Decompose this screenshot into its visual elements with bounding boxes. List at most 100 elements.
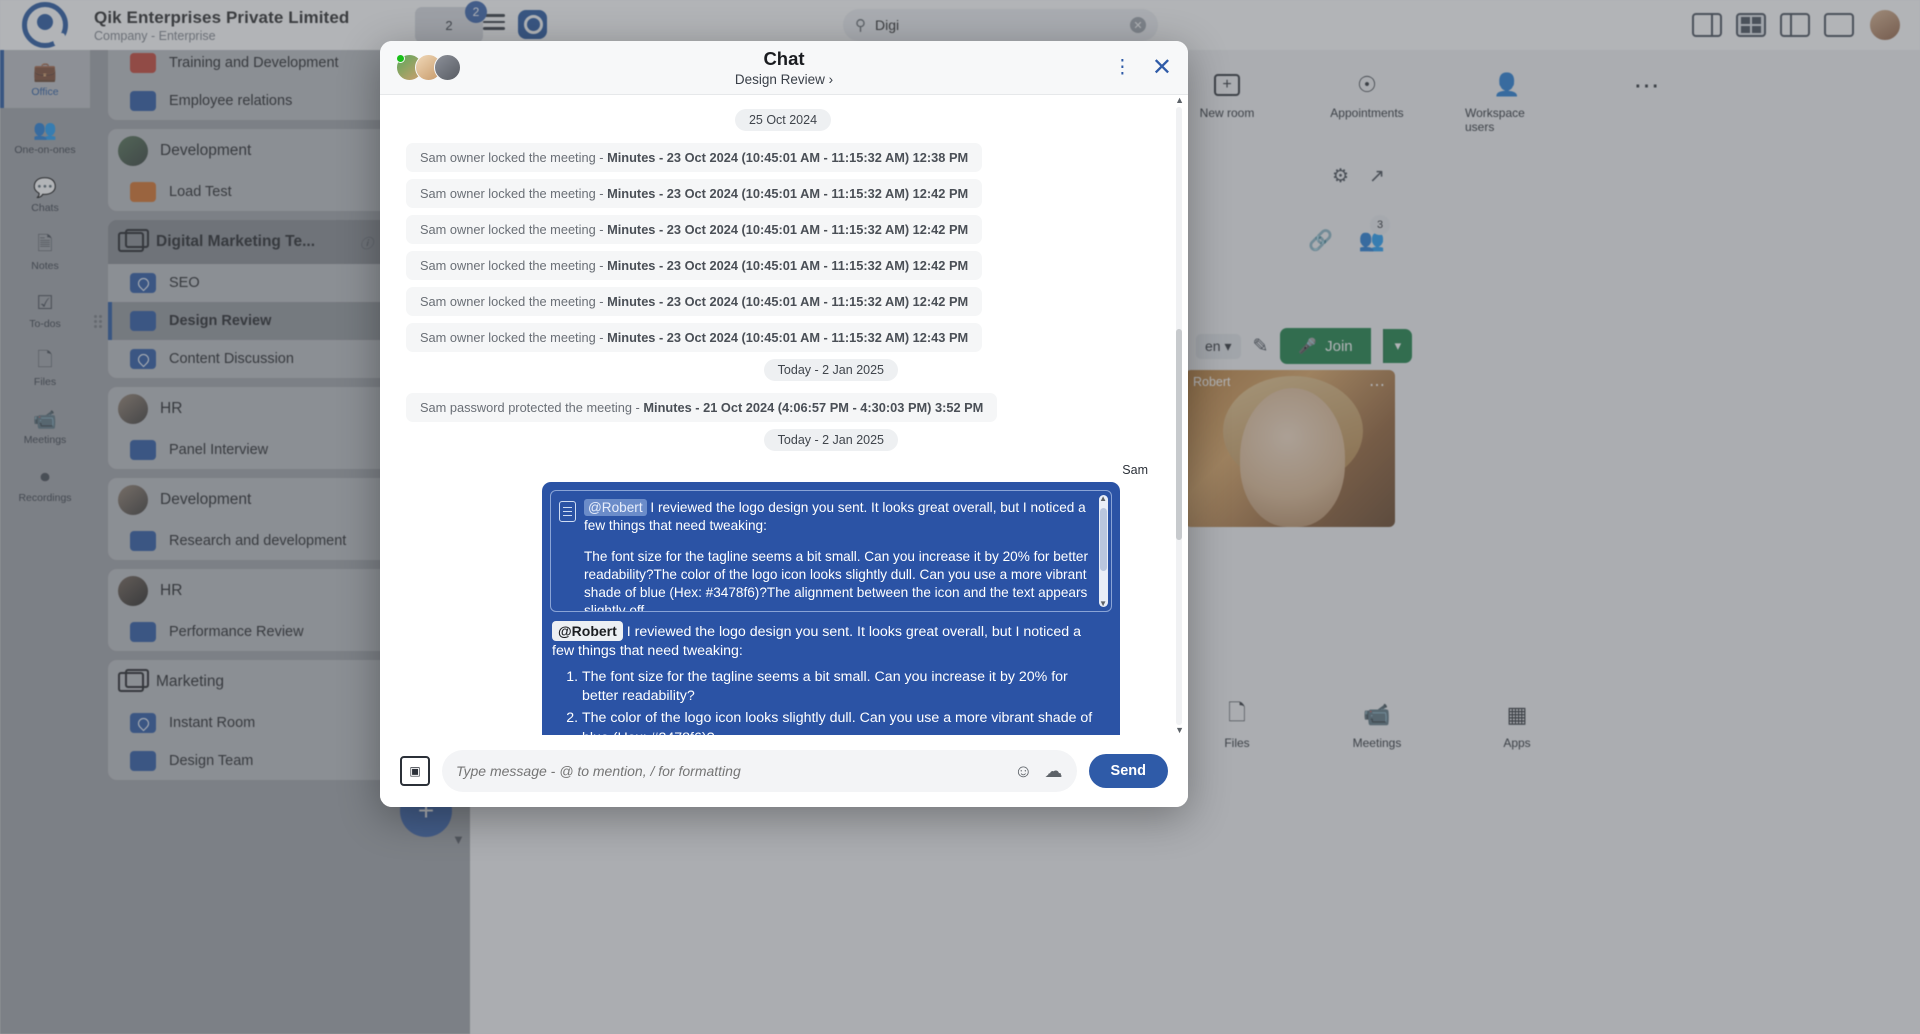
system-message-actor: Sam owner locked the meeting - [420, 258, 608, 273]
meetings-button[interactable]: 📹 Meetings [1335, 700, 1419, 750]
folder-icon [118, 669, 149, 692]
more-options-icon[interactable]: ⋯ [1369, 375, 1385, 395]
sidebar-item-to-dos[interactable]: ☑ To-dos [0, 282, 90, 340]
formatting-icon[interactable]: ▣ [400, 756, 430, 786]
panel-right-icon[interactable] [1692, 13, 1722, 37]
send-button[interactable]: Send [1088, 754, 1168, 788]
search-input-message[interactable] [456, 763, 1003, 779]
sidebar-item-label: Files [33, 375, 57, 388]
single-view-icon[interactable] [1824, 13, 1854, 37]
briefcase-icon: 💼 [33, 61, 57, 83]
external-link-icon[interactable]: ↗ [1369, 165, 1385, 188]
new-room-button[interactable]: + New room [1185, 70, 1269, 134]
system-message: Sam password protected the meeting - Min… [406, 393, 998, 422]
channel-label: Research and development [169, 533, 347, 549]
scrollbar-thumb[interactable] [1100, 508, 1107, 572]
apps-button[interactable]: ▦ Apps [1475, 700, 1559, 750]
scrollbar-thumb[interactable] [1176, 329, 1182, 540]
appointments-icon: ☉ [1357, 72, 1377, 97]
sidebar-item-files[interactable]: 🗋 Files [0, 340, 90, 398]
date-pill: Today - 2 Jan 2025 [763, 429, 898, 451]
system-message-actor: Sam owner locked the meeting - [420, 294, 608, 309]
composer-field[interactable]: ☺ ☁ [442, 750, 1077, 792]
pin-icon [130, 349, 156, 369]
share-icon[interactable]: 🔗 [1308, 228, 1333, 253]
tool-label: New room [1199, 106, 1255, 120]
message-edit-box[interactable]: @Robert I reviewed the logo design you s… [550, 490, 1112, 612]
people-icon: 👥 [33, 119, 57, 141]
join-button[interactable]: 🎤 Join [1280, 328, 1371, 364]
more-options-icon[interactable]: ⋮ [1113, 58, 1132, 77]
sidebar-item-recordings[interactable]: ⏺ Recordings [0, 456, 90, 514]
date-pill: Today - 2 Jan 2025 [763, 359, 898, 381]
mention-chip[interactable]: @Robert [552, 621, 623, 641]
video-tile[interactable]: Robert ⋯ [1185, 370, 1395, 527]
split-view-icon[interactable] [1780, 13, 1810, 37]
emoji-icon[interactable]: ☺ [1014, 761, 1032, 782]
meetings-icon: 📹 [1363, 702, 1391, 727]
chevron-down-icon[interactable]: ▼ [1099, 599, 1107, 608]
edit-box-scrollbar[interactable] [1099, 495, 1108, 607]
edit-icon[interactable]: ✎ [1253, 335, 1269, 358]
sidebar-item-chats[interactable]: 💬 Chats [0, 166, 90, 224]
system-message: Sam owner locked the meeting - Minutes -… [406, 143, 983, 172]
clear-icon[interactable]: ✕ [1130, 17, 1146, 33]
system-message: Sam owner locked the meeting - Minutes -… [406, 215, 983, 244]
close-icon[interactable]: ✕ [1152, 55, 1172, 80]
workspace-users-button[interactable]: 👤 Workspace users [1465, 70, 1549, 134]
sidebar-item-office[interactable]: 💼 Office [0, 50, 90, 108]
chevron-up-icon[interactable]: ▲ [1099, 494, 1107, 503]
tool-label: Appointments [1330, 106, 1404, 120]
join-options-button[interactable]: ▾ [1382, 329, 1413, 363]
group-avatar [118, 394, 148, 424]
search-input[interactable]: ⚲ Digi ✕ [843, 9, 1158, 41]
more-options-button[interactable]: ⋯ [1605, 70, 1689, 134]
tool-label: Files [1224, 736, 1250, 750]
files-icon: 🗋 [37, 349, 53, 371]
chevron-down-icon[interactable]: ▼ [452, 832, 465, 847]
chevron-up-icon[interactable]: ▲ [1175, 95, 1184, 105]
online-status-dot [396, 54, 405, 63]
message-list-items: The font size for the tagline seems a bi… [582, 668, 1106, 735]
sidebar-item-label: To-dos [29, 317, 61, 330]
cloud-upload-icon[interactable]: ☁ [1045, 761, 1063, 782]
language-label: en [1205, 337, 1221, 354]
app-logo[interactable] [0, 2, 90, 48]
group-title: Development [160, 491, 252, 508]
sidebar-item-one-on-ones[interactable]: 👥 One-on-ones [0, 108, 90, 166]
color-swatch [130, 182, 156, 202]
files-button[interactable]: 🗋 Files [1195, 700, 1279, 750]
search-icon: ⚲ [855, 17, 866, 34]
avatar [434, 54, 461, 81]
edit-box-text: @Robert I reviewed the logo design you s… [584, 499, 1101, 611]
join-label: Join [1325, 337, 1353, 355]
qik-app-icon[interactable] [518, 10, 547, 39]
sidebar-item-label: Chats [31, 201, 59, 214]
group-avatar [118, 136, 148, 166]
modal-header-actions: ⋮ ✕ [1113, 55, 1172, 80]
info-icon[interactable]: ⓘ [360, 233, 381, 252]
sidebar-item-meetings[interactable]: 📹 Meetings [0, 398, 90, 456]
message-bubble[interactable]: @Robert I reviewed the logo design you s… [542, 482, 1120, 735]
grid-view-icon[interactable] [1736, 13, 1766, 37]
room-settings-row: ⚙ ↗ [1332, 165, 1385, 188]
avatar[interactable] [1868, 8, 1902, 42]
avatar-stack[interactable] [396, 54, 461, 81]
system-message-actor: Sam owner locked the meeting - [420, 186, 608, 201]
message-row: @Robert I reviewed the logo design you s… [406, 482, 1160, 735]
system-message-subject: Minutes [607, 150, 656, 165]
bottom-toolbar: 🗋 Files 📹 Meetings ▦ Apps [1195, 700, 1559, 750]
chevron-down-icon[interactable]: ▼ [1175, 725, 1184, 735]
gear-icon[interactable]: ⚙ [1332, 165, 1349, 188]
hamburger-menu-icon[interactable] [483, 14, 505, 30]
scrollbar[interactable] [1176, 107, 1182, 725]
qik-logo-icon [22, 2, 68, 48]
channel-label: Employee relations [169, 93, 293, 109]
message-sender-name: Sam [1122, 463, 1148, 477]
language-selector[interactable]: en ▾ [1196, 333, 1241, 359]
mention-chip[interactable]: @Robert [584, 499, 647, 516]
sidebar-item-notes[interactable]: 🗎 Notes [0, 224, 90, 282]
system-message-actor: Sam password protected the meeting - [420, 400, 644, 415]
drag-handle[interactable] [94, 314, 104, 328]
appointments-button[interactable]: ☉ Appointments [1325, 70, 1409, 134]
